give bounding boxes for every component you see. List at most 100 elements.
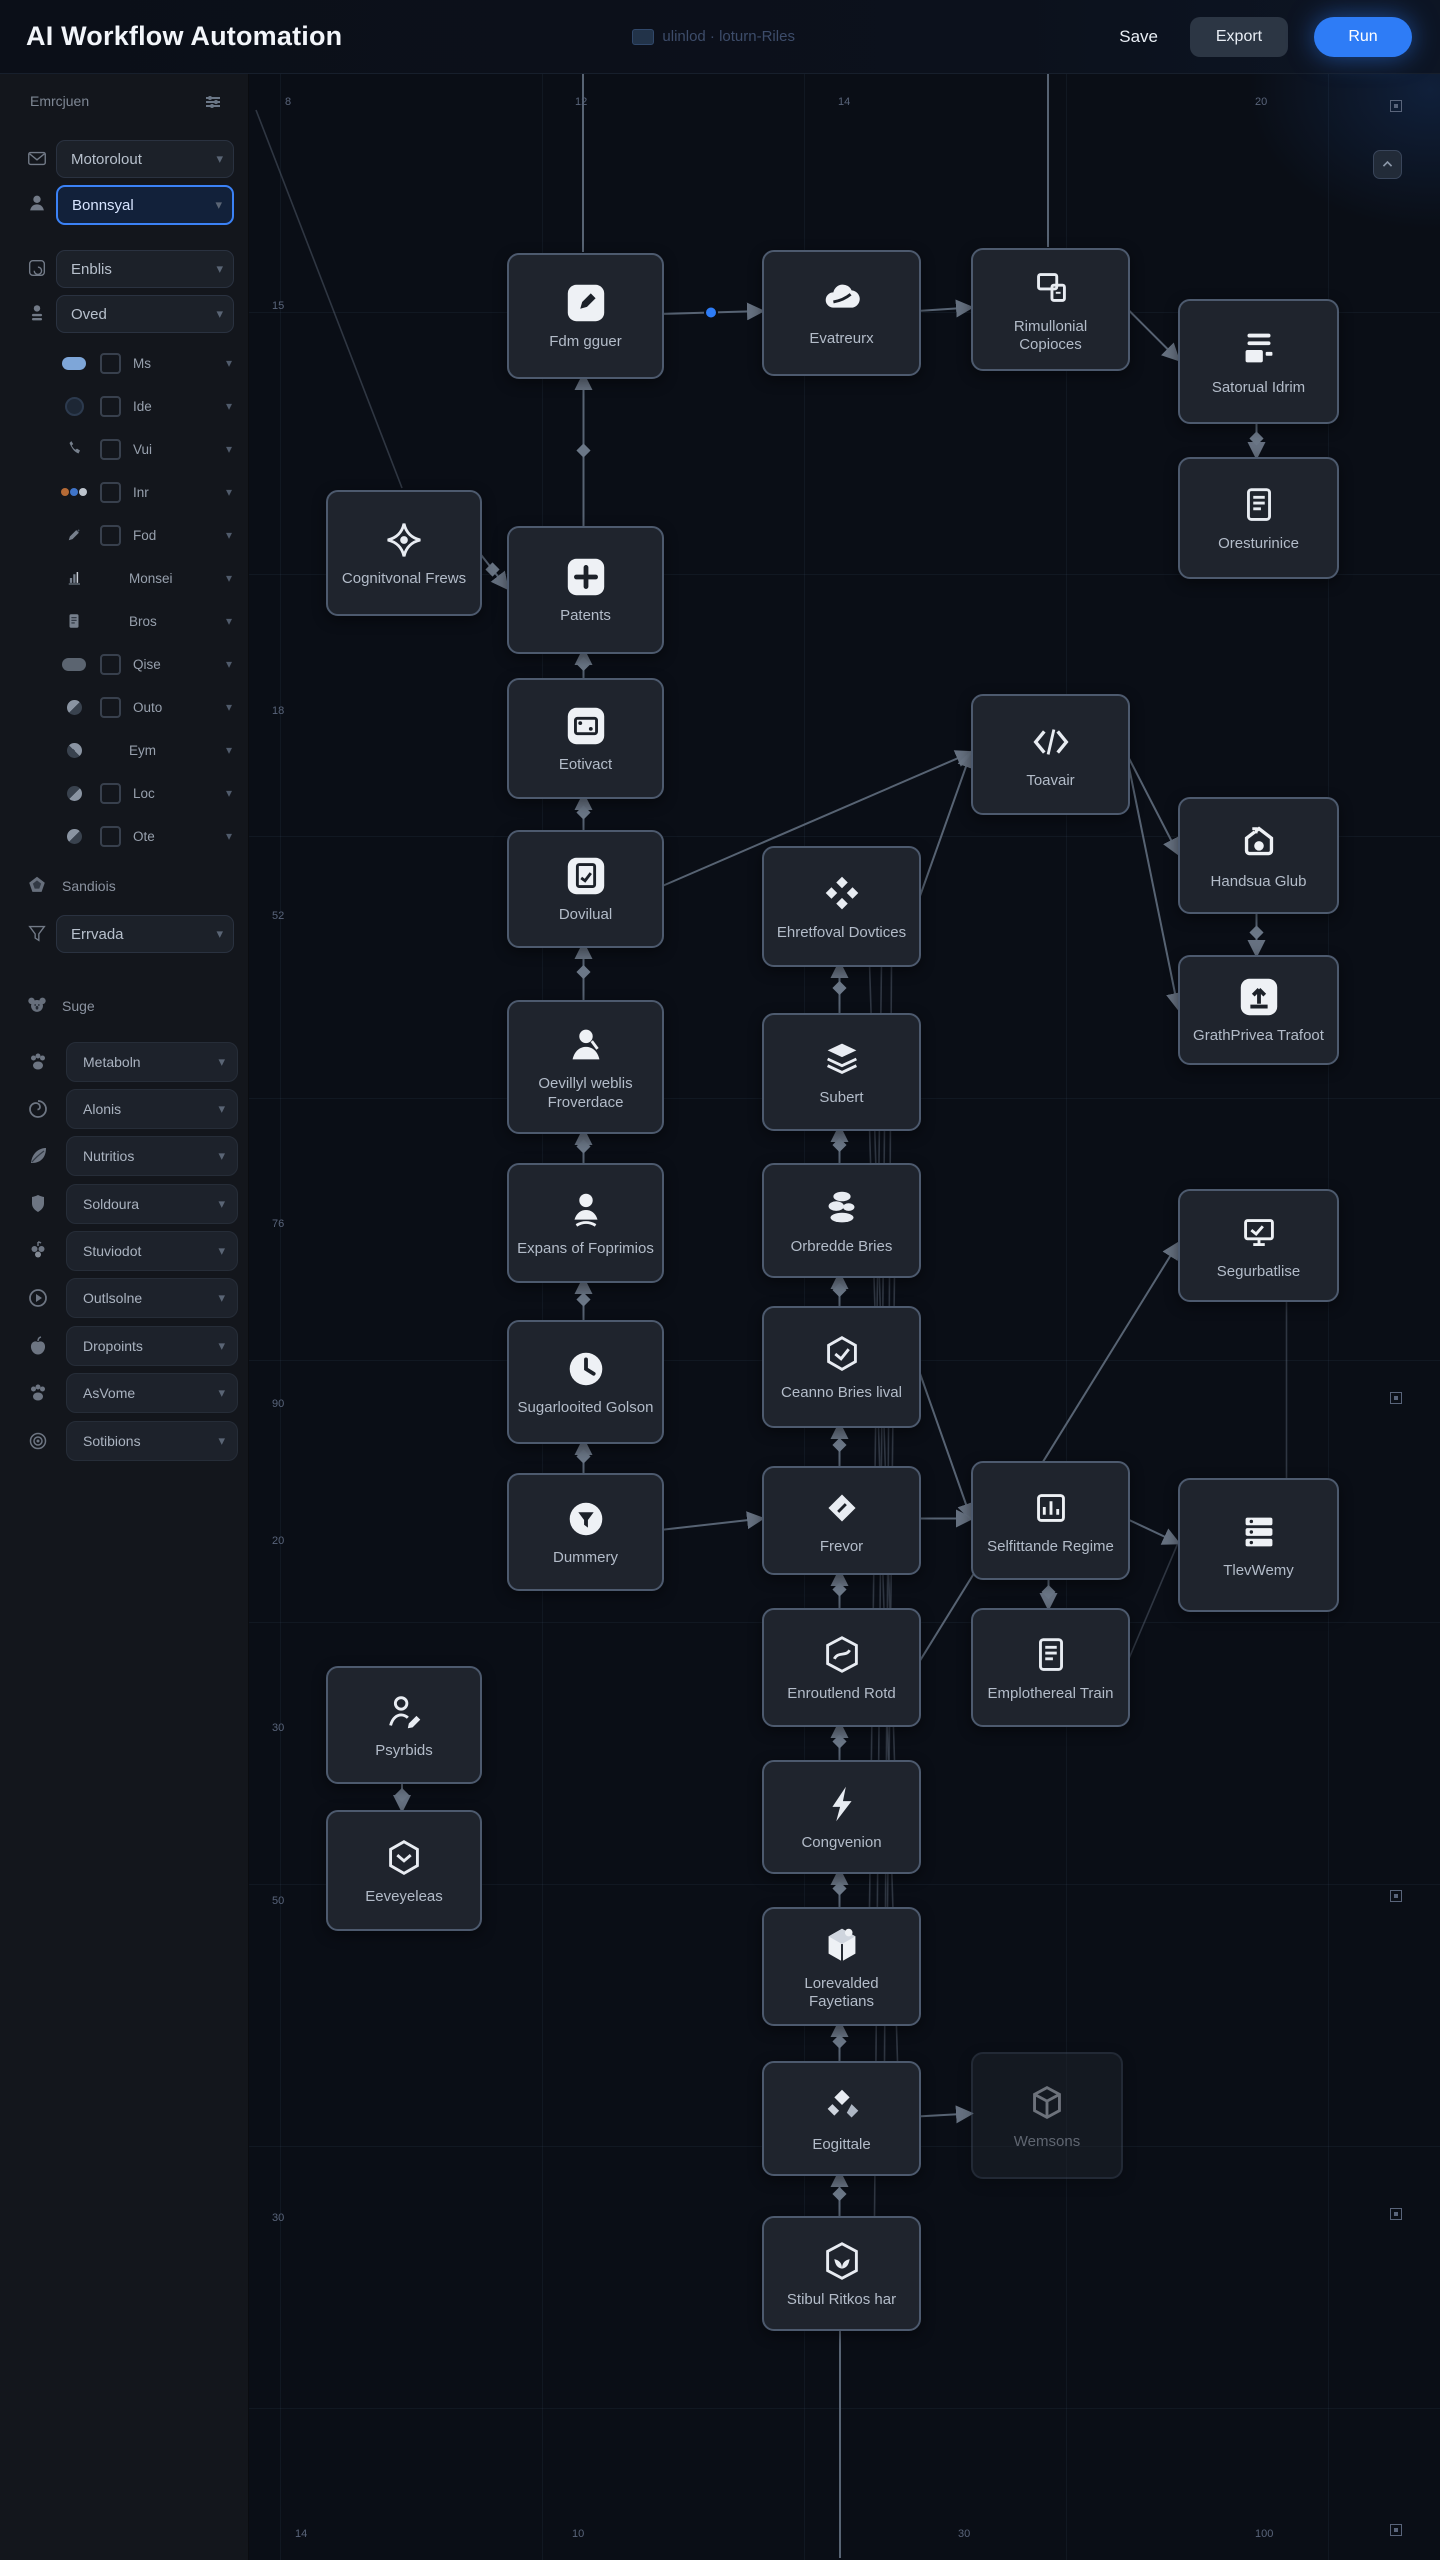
dot-dark-icon xyxy=(62,397,86,416)
node-label: GrathPrivea Trafoot xyxy=(1185,1027,1332,1045)
workflow-node-B8[interactable]: Dummery xyxy=(507,1473,664,1591)
node-label: Subert xyxy=(811,1089,871,1107)
sidebar-item-vui[interactable]: Vui▾ xyxy=(0,434,248,464)
export-button[interactable]: Export xyxy=(1190,17,1288,57)
workflow-node-B5[interactable]: Oevillyl weblis Froverdace xyxy=(507,1000,664,1134)
workflow-app: { "header": { "title": "AI Workflow Auto… xyxy=(0,0,1440,2560)
workflow-node-B6[interactable]: Expans of Foprimios xyxy=(507,1163,664,1283)
node-label: Lorevalded Fayetians xyxy=(764,1975,919,2012)
workflow-node-C10[interactable]: Eogittale xyxy=(762,2061,921,2176)
collapse-canvas-button[interactable] xyxy=(1373,150,1402,179)
ruler-label: 20 xyxy=(1255,96,1267,108)
workflow-node-C9[interactable]: Lorevalded Fayetians xyxy=(762,1907,921,2026)
ruler-label: 50 xyxy=(272,1895,284,1907)
sidebar-item-inr[interactable]: Inr▾ xyxy=(0,477,248,507)
sidebar-item-loc[interactable]: Loc▾ xyxy=(0,778,248,808)
workflow-node-D1[interactable]: Rimullonial Copioces xyxy=(971,248,1130,371)
hexroute-icon xyxy=(819,1632,865,1678)
breadcrumb: ulinlod · loturn-Riles xyxy=(632,28,795,45)
node-label: Expans of Foprimios xyxy=(509,1240,662,1258)
dot-half4-icon xyxy=(62,829,86,844)
chevron-down-icon: ▾ xyxy=(226,657,232,671)
node-label: Toavair xyxy=(1018,772,1082,790)
workflow-node-D3[interactable]: Selfittande Regime xyxy=(971,1461,1130,1580)
workflow-node-B1[interactable]: Fdm gguer xyxy=(507,253,664,379)
workflow-node-A3[interactable]: Eeveyeleas xyxy=(326,1810,482,1931)
workflow-node-D4[interactable]: Emplothereal Train xyxy=(971,1608,1130,1727)
sidebar-item-bros[interactable]: Bros▾ xyxy=(0,606,248,636)
play-icon xyxy=(26,1286,50,1310)
node-label: Oevillyl weblis Froverdace xyxy=(509,1075,662,1112)
cluster-icon xyxy=(62,488,86,496)
workflow-node-C6[interactable]: Frevor xyxy=(762,1466,921,1575)
node-label: Psyrbids xyxy=(367,1742,441,1760)
node-label: Eotivact xyxy=(551,756,620,774)
top-bar: AI Workflow Automation ulinlod · loturn-… xyxy=(0,0,1440,74)
sidebar-item-eym[interactable]: Eym▾ xyxy=(0,735,248,765)
workflow-node-C1[interactable]: Evatreurx xyxy=(762,250,921,376)
workflow-node-B4[interactable]: Dovilual xyxy=(507,830,664,948)
workflow-node-B2[interactable]: Patents xyxy=(507,526,664,654)
sidebar-item-qise[interactable]: Qise▾ xyxy=(0,649,248,679)
ruler-mark xyxy=(1390,2208,1402,2220)
workflow-node-C7[interactable]: Enroutlend Rotd xyxy=(762,1608,921,1727)
workflow-node-D2[interactable]: Toavair xyxy=(971,694,1130,815)
doc-icon xyxy=(1028,1632,1074,1678)
ruler-label: 8 xyxy=(285,96,291,108)
chevron-down-icon: ▾ xyxy=(218,1290,225,1306)
workflow-node-E4[interactable]: GrathPrivea Trafoot xyxy=(1178,955,1339,1065)
node-label: Dovilual xyxy=(551,906,620,924)
gearspark-icon xyxy=(381,517,427,563)
chevron-down-icon: ▾ xyxy=(226,571,232,585)
workflow-node-E1[interactable]: Satorual Idrim xyxy=(1178,299,1339,424)
grid-icon xyxy=(26,257,48,279)
ruler-label: 100 xyxy=(1255,2528,1273,2540)
run-button[interactable]: Run xyxy=(1314,17,1412,57)
target-icon xyxy=(26,1429,50,1453)
sidebar-item-ote[interactable]: Ote▾ xyxy=(0,821,248,851)
save-button[interactable]: Save xyxy=(1113,26,1164,48)
diamonds4-icon xyxy=(819,871,865,917)
workflow-node-C5[interactable]: Ceanno Bries lival xyxy=(762,1306,921,1428)
node-label: Emplothereal Train xyxy=(980,1685,1122,1703)
node-label: Wemsons xyxy=(1006,2133,1088,2151)
ruler-mark xyxy=(1390,2524,1402,2536)
sidebar-item-fod[interactable]: Fod▾ xyxy=(0,520,248,550)
plus-tile-icon xyxy=(563,554,609,600)
workflow-node-E2[interactable]: Oresturinice xyxy=(1178,457,1339,579)
workflow-node-C11[interactable]: Stibul Ritkos har xyxy=(762,2216,921,2331)
workflow-node-E5[interactable]: Segurbatlise xyxy=(1178,1189,1339,1302)
gift-icon xyxy=(819,2083,865,2129)
workflow-node-C2[interactable]: Ehretfoval Dovtices xyxy=(762,846,921,967)
sidebar-item-monsei[interactable]: Monsei▾ xyxy=(0,563,248,593)
node-label: Handsua Glub xyxy=(1203,873,1315,891)
sidebar-item-ms[interactable]: Ms▾ xyxy=(0,348,248,378)
sidebar-item-ide[interactable]: Ide▾ xyxy=(0,391,248,421)
ruler-label: 15 xyxy=(272,300,284,312)
chevron-down-icon: ▾ xyxy=(226,399,232,413)
ruler-label: 76 xyxy=(272,1218,284,1230)
workflow-node-C8[interactable]: Congvenion xyxy=(762,1760,921,1874)
sidebar-item-outo[interactable]: Outo▾ xyxy=(0,692,248,722)
node-label: Congvenion xyxy=(793,1834,889,1852)
workflow-node-C4[interactable]: Orbredde Bries xyxy=(762,1163,921,1278)
workflow-node-A1[interactable]: Cognitvonal Frews xyxy=(326,490,482,616)
pill-blue-icon xyxy=(62,357,86,370)
workflow-node-B7[interactable]: Sugarlooited Golson xyxy=(507,1320,664,1444)
workflow-node-B3[interactable]: Eotivact xyxy=(507,678,664,799)
node-label: Segurbatlise xyxy=(1209,1263,1308,1281)
ruler-label: 30 xyxy=(272,2212,284,2224)
workflow-node-E6[interactable]: TlevWemy xyxy=(1178,1478,1339,1612)
serverstack-icon xyxy=(1236,1509,1282,1555)
workflow-node-D5[interactable]: Wemsons xyxy=(971,2052,1123,2179)
chevron-down-icon: ▾ xyxy=(216,926,223,942)
node-label: Enroutlend Rotd xyxy=(779,1685,903,1703)
workflow-node-E3[interactable]: Handsua Glub xyxy=(1178,797,1339,914)
paw-icon xyxy=(26,1381,50,1405)
people-icon xyxy=(26,302,48,324)
node-label: Evatreurx xyxy=(801,330,881,348)
sliders-icon[interactable] xyxy=(204,93,222,116)
workflow-node-A2[interactable]: Psyrbids xyxy=(326,1666,482,1784)
window-stack-icon xyxy=(632,29,654,45)
workflow-node-C3[interactable]: Subert xyxy=(762,1013,921,1131)
